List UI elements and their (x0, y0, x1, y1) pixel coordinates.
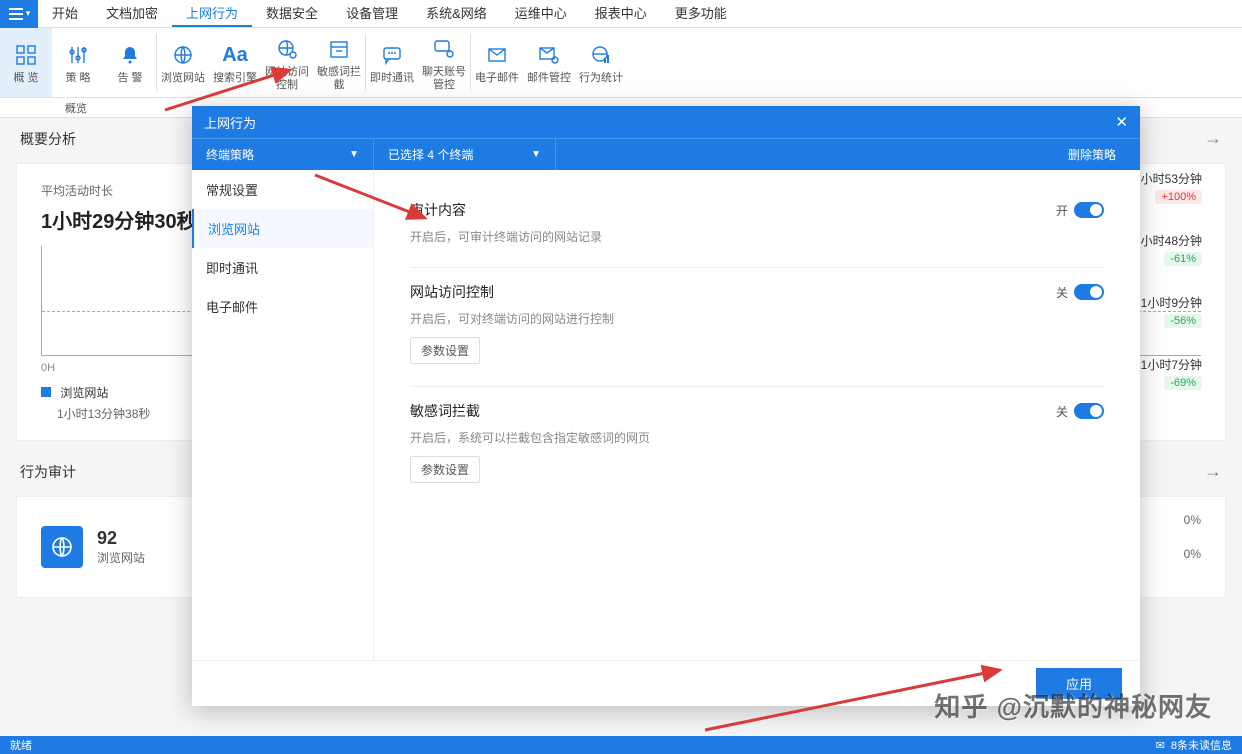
audit-label: 浏览网站 (97, 549, 145, 566)
mail-lock-icon (538, 40, 560, 70)
toggle-switch[interactable] (1074, 284, 1104, 300)
caret-down-icon: ▼ (349, 149, 359, 160)
setting-title: 敏感词拦截 (410, 401, 480, 421)
globe-gear-icon (276, 34, 298, 64)
dialog-sidebar: 常规设置浏览网站即时通讯电子邮件 (192, 170, 374, 660)
sidebar-item-2[interactable]: 即时通讯 (192, 248, 373, 287)
menu-item-8[interactable]: 更多功能 (661, 0, 741, 27)
menu-item-2[interactable]: 上网行为 (172, 0, 252, 27)
globe-icon (41, 526, 83, 568)
setting-block-1: 网站访问控制 关开启后，可对终端访问的网站进行控制参数设置 (410, 268, 1104, 387)
delete-policy-button[interactable]: 删除策略 (1044, 146, 1140, 163)
param-button[interactable]: 参数设置 (410, 456, 480, 483)
dialog-filter-bar: 终端策略▼ 已选择 4 个终端▼ 删除策略 (192, 138, 1140, 170)
ribbon-chat[interactable]: 即时通讯 (366, 28, 418, 97)
audit-expand-icon[interactable]: → (1204, 461, 1222, 482)
sidebar-item-3[interactable]: 电子邮件 (192, 287, 373, 326)
setting-title: 网站访问控制 (410, 282, 494, 302)
setting-desc: 开启后，可对终端访问的网站进行控制 (410, 310, 1104, 327)
sidebar-item-1[interactable]: 浏览网站 (192, 209, 373, 248)
ribbon-mail-lock[interactable]: 邮件管控 (523, 28, 575, 97)
ribbon-globe[interactable]: 浏览网站 (157, 28, 209, 97)
setting-block-2: 敏感词拦截 关开启后，系统可以拦截包含指定敏感词的网页参数设置 (410, 387, 1104, 505)
menu-item-7[interactable]: 报表中心 (581, 0, 661, 27)
filter-terminals-dropdown[interactable]: 已选择 4 个终端▼ (374, 139, 556, 170)
status-messages[interactable]: 8条未读信息 (1171, 737, 1232, 753)
menu-item-3[interactable]: 数据安全 (252, 0, 332, 27)
ribbon-sliders[interactable]: 策 略 (52, 28, 104, 97)
ribbon-mail[interactable]: 电子邮件 (471, 28, 523, 97)
setting-desc: 开启后，可审计终端访问的网站记录 (410, 228, 1104, 245)
summary-title: 概要分析 (20, 129, 76, 149)
menu-item-0[interactable]: 开始 (38, 0, 92, 27)
status-bar: 就绪 ✉ 8条未读信息 (0, 736, 1242, 754)
bell-icon (119, 40, 141, 70)
menu-item-6[interactable]: 运维中心 (501, 0, 581, 27)
ribbon-grid[interactable]: 概 览 (0, 28, 52, 97)
chat-icon (381, 40, 403, 70)
setting-title: 审计内容 (410, 200, 466, 220)
calendar-icon (328, 34, 350, 64)
ribbon-toolbar: 概 览策 略告 警浏览网站Aa搜索引擎网站访问控制敏感词拦截即时通讯聊天账号管控… (0, 28, 1242, 98)
toggle-state: 关 (1056, 403, 1068, 420)
ribbon-globe-chart[interactable]: 行为统计 (575, 28, 627, 97)
toggle-switch[interactable] (1074, 403, 1104, 419)
menu-item-1[interactable]: 文档加密 (92, 0, 172, 27)
ribbon-globe-gear[interactable]: 网站访问控制 (261, 28, 313, 97)
audit-right-stats: 0% 0% (1184, 513, 1201, 581)
dialog-footer: 应用 (192, 660, 1140, 706)
toggle-switch[interactable] (1074, 202, 1104, 218)
caret-down-icon: ▼ (531, 149, 541, 160)
setting-block-0: 审计内容 开开启后，可审计终端访问的网站记录 (410, 186, 1104, 268)
audit-title: 行为审计 (20, 462, 76, 482)
dialog-title: 上网行为 (204, 113, 256, 132)
aa-icon: Aa (222, 40, 248, 70)
apply-button[interactable]: 应用 (1036, 668, 1122, 699)
globe-chart-icon (590, 40, 612, 70)
setting-desc: 开启后，系统可以拦截包含指定敏感词的网页 (410, 429, 1104, 446)
sliders-icon (67, 40, 89, 70)
sidebar-item-0[interactable]: 常规设置 (192, 170, 373, 209)
menu-item-5[interactable]: 系统&网络 (412, 0, 501, 27)
ribbon-bell[interactable]: 告 警 (104, 28, 156, 97)
param-button[interactable]: 参数设置 (410, 337, 480, 364)
ribbon-aa[interactable]: Aa搜索引擎 (209, 28, 261, 97)
close-icon[interactable]: ✕ (1115, 113, 1128, 131)
status-text: 就绪 (10, 737, 32, 753)
globe-icon (172, 40, 194, 70)
toggle-state: 开 (1056, 202, 1068, 219)
legend-color-icon (41, 387, 51, 397)
legend-label: 浏览网站 (60, 386, 108, 400)
menu-bar: ▾ 开始文档加密上网行为数据安全设备管理系统&网络运维中心报表中心更多功能 (0, 0, 1242, 28)
menu-item-4[interactable]: 设备管理 (332, 0, 412, 27)
grid-icon (15, 40, 37, 70)
mail-icon (486, 40, 508, 70)
summary-expand-icon[interactable]: → (1204, 128, 1222, 149)
filter-policy-dropdown[interactable]: 终端策略▼ (192, 139, 374, 170)
dialog-content: 审计内容开开启后，可审计终端访问的网站记录网站访问控制关开启后，可对终端访问的网… (374, 170, 1140, 660)
message-icon[interactable]: ✉ (1156, 739, 1165, 752)
audit-count: 92 (97, 528, 145, 549)
dialog-titlebar: 上网行为 ✕ (192, 106, 1140, 138)
chat-lock-icon (433, 34, 455, 64)
policy-dialog: 上网行为 ✕ 终端策略▼ 已选择 4 个终端▼ 删除策略 常规设置浏览网站即时通… (192, 106, 1140, 706)
ribbon-calendar[interactable]: 敏感词拦截 (313, 28, 365, 97)
ribbon-chat-lock[interactable]: 聊天账号管控 (418, 28, 470, 97)
app-menu-icon[interactable]: ▾ (0, 0, 38, 28)
toggle-state: 关 (1056, 284, 1068, 301)
